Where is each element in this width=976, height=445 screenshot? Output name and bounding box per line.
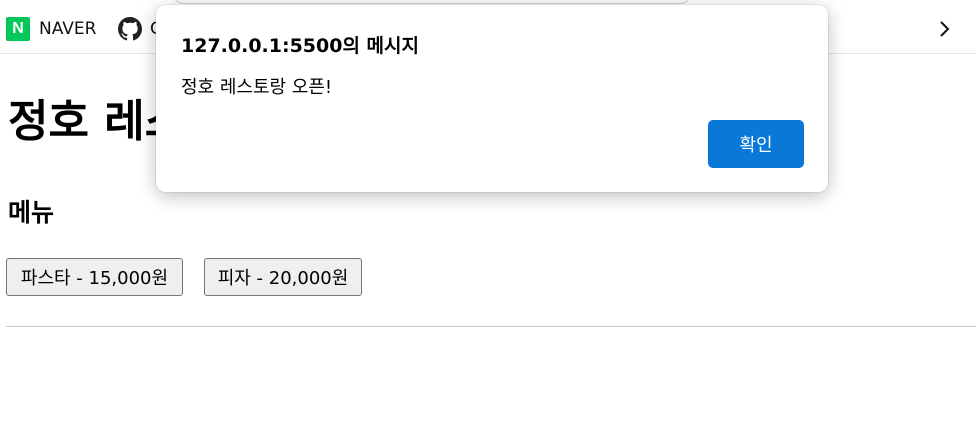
menu-heading: 메뉴 xyxy=(8,198,55,227)
alert-ok-button[interactable]: 확인 xyxy=(708,120,804,168)
alert-dialog: 127.0.0.1:5500의 메시지 정호 레스토랑 오픈! 확인 xyxy=(156,5,828,192)
github-icon xyxy=(118,17,142,41)
divider xyxy=(6,326,976,327)
naver-logo-icon: N xyxy=(6,17,30,41)
menu-item-pasta-button[interactable]: 파스타 - 15,000원 xyxy=(6,258,183,296)
menu-item-pizza-button[interactable]: 피자 - 20,000원 xyxy=(204,258,362,296)
alert-message: 정호 레스토랑 오픈! xyxy=(181,77,333,98)
bookmark-naver-label: NAVER xyxy=(39,19,97,39)
alert-origin: 127.0.0.1:5500의 메시지 xyxy=(181,35,419,57)
address-bar-edge xyxy=(172,0,692,4)
bookmark-naver[interactable]: N NAVER xyxy=(6,14,96,44)
chevron-right-icon[interactable] xyxy=(934,17,954,41)
